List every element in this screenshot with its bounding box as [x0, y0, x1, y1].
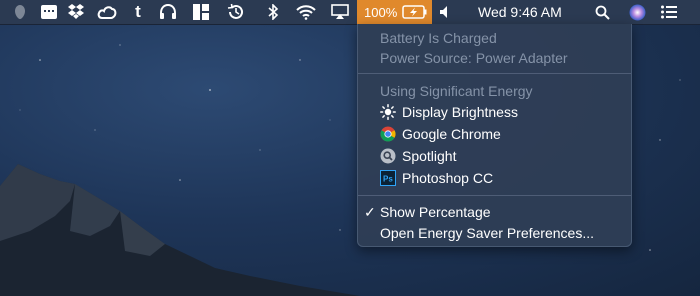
energy-heading: Using Significant Energy	[380, 83, 533, 99]
battery-percentage: 100%	[364, 4, 398, 20]
siri-icon[interactable]	[628, 3, 646, 21]
chrome-icon	[380, 126, 396, 142]
battery-status-label: Battery Is Charged	[380, 30, 497, 46]
show-percentage-item[interactable]: Show Percentage	[380, 202, 491, 222]
app-item-display-brightness[interactable]: Display Brightness	[402, 102, 518, 122]
time-machine-icon[interactable]	[226, 3, 246, 21]
spotlight-icon	[380, 148, 396, 164]
volume-icon[interactable]	[438, 3, 452, 21]
app-item-spotlight[interactable]: Spotlight	[402, 146, 456, 166]
brightness-icon	[380, 104, 396, 120]
svg-text:Ps: Ps	[383, 175, 393, 184]
battery-menu: Battery Is Charged Power Source: Power A…	[357, 24, 632, 247]
creative-cloud-icon[interactable]	[96, 3, 118, 21]
notification-center-icon[interactable]	[660, 3, 678, 21]
mountain-silhouette	[0, 164, 360, 296]
app-item-photoshop-cc[interactable]: Photoshop CC	[402, 168, 493, 188]
menu-bar: t 100% Wed 9:46 AM	[0, 0, 700, 25]
layout-icon[interactable]	[192, 3, 210, 21]
dropbox-icon[interactable]	[66, 3, 86, 21]
battery-status-item[interactable]: 100%	[357, 0, 432, 24]
power-source-label: Power Source: Power Adapter	[380, 50, 568, 66]
battery-icon	[402, 5, 427, 19]
photoshop-icon: Ps	[380, 170, 396, 186]
open-energy-saver-prefs-item[interactable]: Open Energy Saver Preferences...	[380, 223, 594, 243]
headphones-icon[interactable]	[158, 3, 178, 21]
app-item-google-chrome[interactable]: Google Chrome	[402, 124, 501, 144]
menu-separator	[358, 73, 631, 74]
checkmark-icon: ✓	[364, 204, 376, 220]
menu-separator	[358, 195, 631, 196]
spotlight-search-icon[interactable]	[594, 3, 610, 21]
avatar-icon[interactable]	[12, 3, 28, 21]
menu-bar-clock[interactable]: Wed 9:46 AM	[478, 4, 562, 20]
calculator-icon[interactable]	[40, 3, 58, 21]
wifi-icon[interactable]	[295, 3, 317, 21]
tumblr-icon[interactable]: t	[132, 2, 144, 21]
bluetooth-icon[interactable]	[266, 3, 280, 21]
airplay-icon[interactable]	[330, 3, 350, 21]
